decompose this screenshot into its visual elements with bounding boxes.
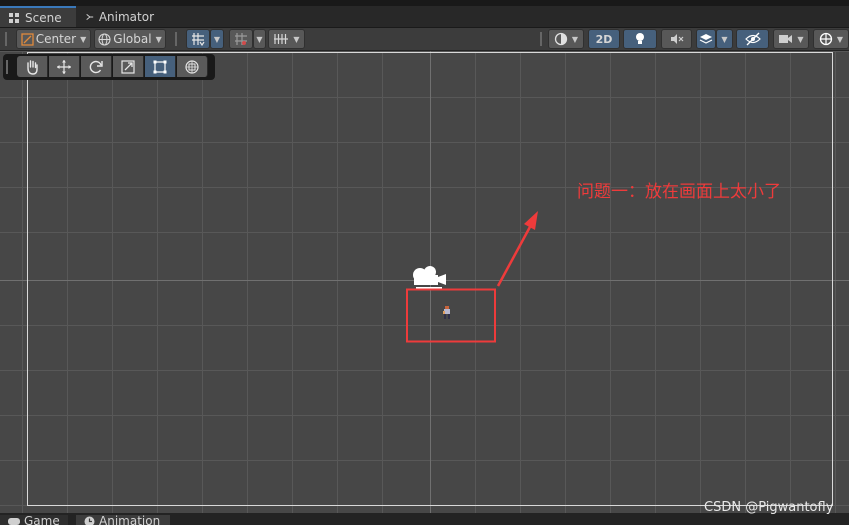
layers-icon bbox=[699, 34, 713, 44]
draw-mode-dropdown[interactable]: ▼ bbox=[548, 29, 584, 49]
grid-snap-icon bbox=[192, 33, 205, 46]
transform-tool-button[interactable] bbox=[177, 56, 208, 77]
annotation-text: 问题一：放在画面上太小了 bbox=[577, 182, 781, 202]
globe-icon bbox=[98, 32, 111, 46]
character-sprite[interactable] bbox=[442, 306, 452, 320]
move-tool-button[interactable] bbox=[49, 56, 80, 77]
space-dropdown[interactable]: Global ▼ bbox=[94, 29, 166, 49]
clock-icon bbox=[84, 516, 95, 525]
camera-gizmo-icon[interactable] bbox=[408, 261, 448, 291]
pivot-dropdown[interactable]: Center ▼ bbox=[16, 29, 91, 49]
toolbar-divider bbox=[540, 32, 542, 46]
scene-grid-icon bbox=[9, 12, 19, 23]
tool-palette bbox=[3, 54, 215, 80]
gizmos-dropdown[interactable]: ▼ bbox=[813, 29, 849, 49]
shading-mode-icon bbox=[554, 32, 568, 46]
rect-transform-icon bbox=[153, 60, 167, 73]
chevron-down-icon: ▼ bbox=[293, 34, 300, 44]
tab-scene-label: Scene bbox=[25, 10, 62, 25]
tab-animation[interactable]: Animation bbox=[76, 515, 170, 525]
grid-visibility-icon bbox=[274, 34, 289, 44]
chevron-down-icon: ▼ bbox=[721, 34, 728, 44]
mode-2d-toggle[interactable]: 2D bbox=[588, 29, 620, 49]
effects-dropdown[interactable]: ▼ bbox=[716, 29, 733, 49]
move-arrows-icon bbox=[57, 59, 71, 74]
tab-game-label: Game bbox=[24, 514, 60, 525]
video-camera-icon bbox=[779, 35, 793, 43]
grid-snap-dropdown[interactable]: ▼ bbox=[210, 29, 224, 49]
lightbulb-icon bbox=[636, 33, 644, 44]
rect-tool-button[interactable] bbox=[145, 56, 176, 77]
chevron-down-icon: ▼ bbox=[256, 34, 263, 44]
chevron-down-icon: ▼ bbox=[571, 34, 579, 44]
toolbar-divider bbox=[175, 32, 177, 46]
chevron-down-icon: ▼ bbox=[797, 34, 804, 44]
pivot-label: Center bbox=[35, 32, 77, 46]
scene-camera-dropdown[interactable]: ▼ bbox=[773, 29, 809, 49]
tab-animator-label: Animator bbox=[98, 9, 154, 24]
hand-tool-button[interactable] bbox=[17, 56, 48, 77]
pivot-icon bbox=[21, 32, 34, 46]
audio-toggle[interactable] bbox=[661, 29, 692, 49]
transform-icon bbox=[185, 59, 199, 74]
toolbar-grip[interactable] bbox=[5, 32, 7, 46]
chevron-down-icon: ▼ bbox=[836, 34, 844, 44]
rotate-icon bbox=[89, 60, 103, 73]
tool-palette-grip[interactable] bbox=[6, 60, 8, 74]
scene-viewport[interactable]: 问题一：放在画面上太小了 bbox=[0, 51, 849, 513]
scale-tool-button[interactable] bbox=[113, 56, 144, 77]
increment-snap-button[interactable] bbox=[229, 29, 253, 49]
hand-icon bbox=[27, 59, 38, 75]
snap-increment-icon bbox=[235, 33, 247, 45]
grid-snap-button[interactable] bbox=[186, 29, 210, 49]
tab-animation-label: Animation bbox=[99, 514, 161, 525]
increment-snap-dropdown[interactable]: ▼ bbox=[253, 29, 266, 49]
scene-toolbar: Center ▼ Global ▼ ▼ ▼ ▼ ▼ 2D ▼ ▼ ▼ bbox=[0, 28, 849, 51]
mode-2d-label: 2D bbox=[595, 32, 613, 46]
eye-hidden-icon bbox=[744, 32, 761, 46]
chevron-down-icon: ▼ bbox=[80, 34, 87, 44]
tab-animator[interactable]: Animator bbox=[78, 6, 162, 27]
editor-tab-bar: Scene Animator bbox=[0, 6, 849, 28]
chevron-down-icon: ▼ bbox=[155, 34, 162, 44]
scale-icon bbox=[121, 59, 135, 74]
watermark: CSDN @Pigwantofly bbox=[704, 500, 834, 515]
audio-mute-icon bbox=[670, 34, 683, 44]
scene-visibility-toggle[interactable] bbox=[736, 29, 769, 49]
effects-button[interactable] bbox=[696, 29, 716, 49]
grid-visibility-dropdown[interactable]: ▼ bbox=[268, 29, 305, 49]
rotate-tool-button[interactable] bbox=[81, 56, 112, 77]
chevron-down-icon: ▼ bbox=[213, 34, 221, 44]
gamepad-icon bbox=[8, 518, 20, 525]
tab-game[interactable]: Game bbox=[0, 515, 68, 525]
space-label: Global bbox=[113, 32, 152, 46]
animator-icon bbox=[86, 13, 94, 20]
lighting-toggle[interactable] bbox=[623, 29, 657, 49]
tab-scene[interactable]: Scene bbox=[0, 6, 76, 27]
gizmo-sphere-icon bbox=[819, 32, 833, 46]
